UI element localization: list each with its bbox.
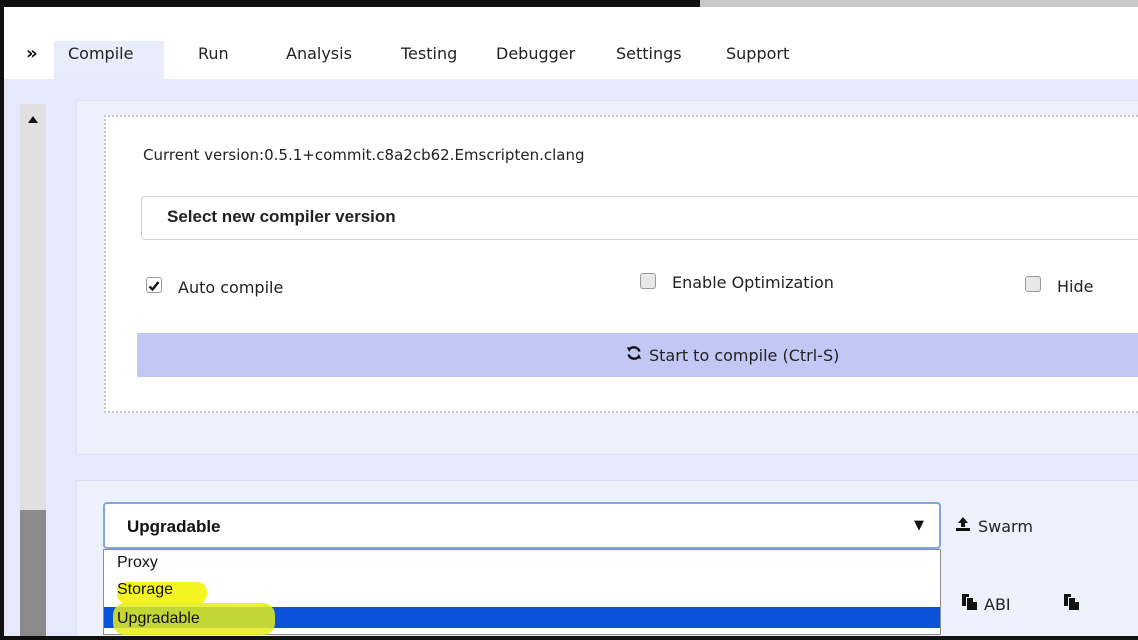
tab-bar: » Compile Run Analysis Testing Debugger … [4, 7, 1138, 86]
refresh-icon [626, 345, 642, 366]
copy-abi-button[interactable]: ABI [960, 592, 1011, 616]
scrollbar-thumb[interactable] [20, 510, 46, 640]
tab-support[interactable]: Support [726, 41, 789, 75]
contract-select-value[interactable]: Upgradable [127, 517, 221, 537]
upload-icon [955, 516, 971, 536]
contract-option-storage[interactable]: Storage [104, 580, 404, 601]
window-bottom-border [4, 636, 1138, 640]
abi-label: ABI [984, 594, 1011, 614]
scroll-up-arrow-icon[interactable] [22, 112, 44, 128]
enable-optimization-checkbox[interactable] [640, 273, 656, 289]
start-compile-button[interactable]: Start to compile (Ctrl-S) [137, 333, 1138, 377]
auto-compile-checkbox[interactable] [146, 277, 162, 293]
tab-analysis[interactable]: Analysis [286, 41, 352, 75]
window-left-border [0, 0, 4, 640]
contract-select[interactable] [103, 502, 941, 549]
copy-icon [960, 592, 980, 616]
dropdown-arrow-icon[interactable]: ▼ [914, 518, 924, 533]
enable-optimization-label: Enable Optimization [672, 273, 834, 292]
double-chevron-right-icon[interactable]: » [26, 45, 38, 63]
start-compile-label: Start to compile (Ctrl-S) [649, 345, 840, 365]
copy-bytecode-button[interactable] [1062, 592, 1082, 616]
swarm-label: Swarm [978, 516, 1033, 536]
window-top-border-light [700, 0, 1138, 7]
auto-compile-label: Auto compile [178, 278, 284, 297]
compiler-version-select-label[interactable]: Select new compiler version [167, 207, 396, 227]
publish-swarm-button[interactable]: Swarm [955, 516, 1033, 536]
tab-run[interactable]: Run [198, 41, 229, 75]
tab-debugger[interactable]: Debugger [496, 41, 575, 75]
contract-option-proxy[interactable]: Proxy [104, 553, 940, 574]
contract-option-upgradable[interactable]: Upgradable [104, 609, 404, 630]
current-version-text: Current version:0.5.1+commit.c8a2cb62.Em… [143, 146, 585, 164]
tab-testing[interactable]: Testing [401, 41, 457, 75]
copy-icon [1062, 594, 1082, 616]
checkmark-icon [148, 281, 160, 292]
hide-warnings-label: Hide [1057, 277, 1094, 296]
hide-warnings-checkbox[interactable] [1025, 276, 1041, 292]
tab-settings[interactable]: Settings [616, 41, 682, 75]
